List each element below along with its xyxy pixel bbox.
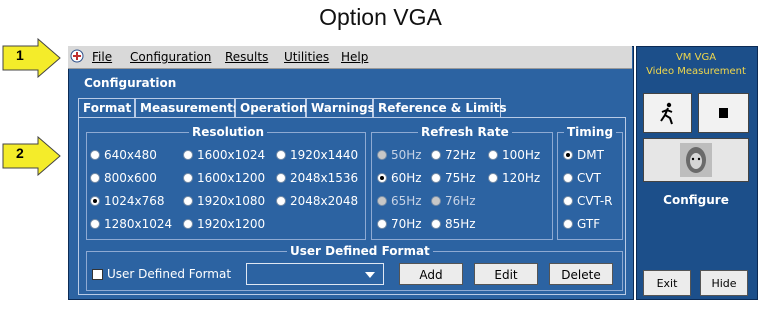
side-panel-title: VM VGA [675, 52, 717, 63]
radio-dot [377, 196, 387, 206]
radio-dot [183, 196, 193, 206]
radio-dot [431, 219, 441, 229]
tab-operation[interactable]: Operation [235, 98, 308, 117]
radio-dot [90, 219, 100, 229]
radio-50hz[interactable]: 50Hz [377, 148, 422, 162]
radio-1600x1024[interactable]: 1600x1024 [183, 148, 265, 162]
callout-arrow-2: 2 [2, 135, 61, 177]
dropdown-arrow-icon [365, 272, 375, 278]
hide-button[interactable]: Hide [700, 270, 748, 296]
radio-dot [90, 150, 100, 160]
radio-1024x768[interactable]: 1024x768 [90, 194, 165, 208]
radio-60hz[interactable]: 60Hz [377, 171, 422, 185]
radio-gtf[interactable]: GTF [563, 217, 600, 231]
section-title: Configuration [84, 76, 177, 90]
side-panel-subtitle: Video Measurement [646, 66, 746, 77]
radio-dot [276, 150, 286, 160]
radio-dot [377, 219, 387, 229]
callout-number: 2 [16, 145, 24, 161]
menu-results[interactable]: Results [225, 50, 268, 64]
menu-configuration[interactable]: Configuration [130, 50, 211, 64]
app-icon [70, 49, 84, 63]
radio-70hz[interactable]: 70Hz [377, 217, 422, 231]
radio-dot-selected [90, 196, 100, 206]
radio-dot [90, 173, 100, 183]
timing-title: Timing [564, 125, 617, 139]
user-defined-format-label: User Defined Format [107, 267, 232, 281]
menu-help[interactable]: Help [341, 50, 368, 64]
radio-65hz[interactable]: 65Hz [377, 194, 422, 208]
radio-cvt[interactable]: CVT [563, 171, 601, 185]
radio-640x480[interactable]: 640x480 [90, 148, 157, 162]
user-defined-format-dropdown[interactable] [246, 263, 384, 285]
radio-1920x1440[interactable]: 1920x1440 [276, 148, 358, 162]
stop-button[interactable] [698, 93, 749, 133]
radio-120hz[interactable]: 120Hz [488, 171, 540, 185]
radio-dot [563, 196, 573, 206]
tab-reference-limits[interactable]: Reference & Limits [373, 98, 507, 117]
callout-number: 1 [16, 47, 24, 63]
radio-dot [488, 150, 498, 160]
add-button[interactable]: Add [399, 263, 463, 285]
radio-dot [431, 150, 441, 160]
delete-button[interactable]: Delete [549, 263, 613, 285]
radio-2048x1536[interactable]: 2048x1536 [276, 171, 358, 185]
radio-dot [563, 173, 573, 183]
radio-1600x1200[interactable]: 1600x1200 [183, 171, 265, 185]
resolution-title: Resolution [189, 125, 268, 139]
tab-measurements[interactable]: Measurements [135, 98, 240, 117]
stop-square-icon [719, 108, 728, 118]
tab-format[interactable]: Format [78, 98, 135, 117]
menu-bar: File Configuration Results Utilities Hel… [68, 46, 632, 69]
tab-warnings[interactable]: Warnings [306, 98, 375, 117]
user-defined-format-title: User Defined Format [287, 244, 433, 258]
face-image-icon [680, 143, 712, 177]
radio-dot [563, 219, 573, 229]
page-title: Option VGA [319, 4, 442, 30]
radio-800x600[interactable]: 800x600 [90, 171, 157, 185]
radio-dot [183, 173, 193, 183]
radio-72hz[interactable]: 72Hz [431, 148, 476, 162]
configure-label: Configure [663, 193, 729, 207]
radio-100hz[interactable]: 100Hz [488, 148, 540, 162]
radio-dot [183, 150, 193, 160]
radio-cvt-r[interactable]: CVT-R [563, 194, 612, 208]
face-image-button[interactable] [643, 138, 749, 182]
radio-85hz[interactable]: 85Hz [431, 217, 476, 231]
radio-dot [276, 196, 286, 206]
radio-dot [183, 219, 193, 229]
radio-2048x2048[interactable]: 2048x2048 [276, 194, 358, 208]
edit-button[interactable]: Edit [474, 263, 538, 285]
radio-dot [488, 173, 498, 183]
radio-dmt[interactable]: DMT [563, 148, 604, 162]
menu-utilities[interactable]: Utilities [284, 50, 329, 64]
radio-dot [377, 150, 387, 160]
run-button[interactable] [643, 93, 692, 133]
radio-dot [276, 173, 286, 183]
radio-1920x1200[interactable]: 1920x1200 [183, 217, 265, 231]
radio-dot-selected [377, 173, 387, 183]
radio-dot [431, 196, 441, 206]
radio-1920x1080[interactable]: 1920x1080 [183, 194, 265, 208]
callout-arrow-1: 1 [2, 37, 61, 79]
menu-file[interactable]: File [92, 50, 112, 64]
running-man-icon [660, 102, 673, 125]
radio-dot [431, 173, 441, 183]
refresh-rate-title: Refresh Rate [418, 125, 512, 139]
radio-76hz[interactable]: 76Hz [431, 194, 476, 208]
user-defined-format-checkbox[interactable] [92, 269, 103, 280]
radio-1280x1024[interactable]: 1280x1024 [90, 217, 172, 231]
radio-75hz[interactable]: 75Hz [431, 171, 476, 185]
radio-dot-selected [563, 150, 573, 160]
exit-button[interactable]: Exit [643, 270, 691, 296]
